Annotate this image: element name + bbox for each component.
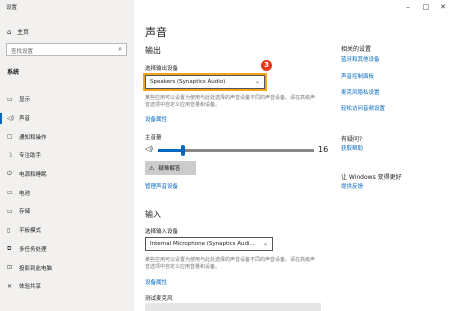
sidebar-item-label: 声音 [19, 116, 31, 123]
output-note: 某些应用可以设置为使用与此处选择的声音设备不同的声音设备。请在高级声音选项中自定… [145, 95, 316, 108]
chevron-down-icon: ⌄ [254, 78, 260, 85]
sidebar-item-battery[interactable]: ▭ 电池 [0, 183, 134, 202]
sidebar-item-label: 多任务处理 [19, 246, 47, 253]
volume-value: 16 [318, 145, 329, 154]
related-link-sound-control-panel[interactable]: 声音控制面板 [341, 72, 374, 80]
related-link-ease-of-access[interactable]: 轻松访问音频设置 [341, 104, 385, 112]
notification-icon: ▢ [7, 133, 13, 141]
input-device-value: Internal Microphone (Synaptics Audi... [150, 241, 255, 247]
sidebar-nav: ▭ 显示 ◁) 声音 ▢ 通知和操作 ☽ 专注助手 ⏻ 电源和睡眠 ▭ 电池 ▭ 存储 ▯ 平板… [0, 90, 134, 296]
storage-icon: ▭ [7, 207, 13, 215]
warning-icon: ⚠ [149, 164, 155, 172]
home-icon: ⌂ [7, 27, 12, 36]
sidebar-item-label: 平板模式 [19, 228, 42, 235]
sidebar-home-label: 主页 [17, 29, 30, 36]
tablet-icon: ▯ [7, 226, 11, 234]
sidebar-item-label: 电池 [19, 190, 31, 197]
chevron-down-icon: ⌄ [262, 240, 268, 247]
volume-slider-thumb[interactable] [180, 145, 185, 156]
battery-icon: ▭ [7, 189, 13, 197]
troubleshoot-label: 疑难解答 [158, 166, 181, 172]
search-placeholder: 查找设置 [11, 49, 34, 55]
search-icon: ⌕ [118, 45, 122, 53]
help-link[interactable]: 获取帮助 [341, 144, 363, 152]
output-select-label: 选择输出设备 [145, 66, 179, 72]
sidebar-item-label: 显示 [19, 97, 31, 104]
moon-icon: ☽ [7, 151, 13, 159]
output-device-dropdown[interactable]: Speakers (Synaptics Audio) ⌄ [145, 75, 265, 89]
output-properties-link[interactable]: 设备属性 [145, 115, 167, 123]
output-device-value: Speakers (Synaptics Audio) [150, 79, 226, 85]
sidebar-item-multitasking[interactable]: ⧉ 多任务处理 [0, 240, 134, 259]
troubleshoot-button[interactable]: ⚠ 疑难解答 [145, 161, 196, 175]
manage-devices-link[interactable]: 管理声音设备 [145, 182, 178, 190]
sidebar-item-display[interactable]: ▭ 显示 [0, 90, 134, 109]
display-icon: ▭ [7, 95, 13, 103]
sidebar-item-shared-experiences[interactable]: ✕ 体验共享 [0, 277, 134, 296]
search-input[interactable]: 查找设置 ⌕ [6, 43, 127, 56]
sidebar-item-label: 投影到此电脑 [19, 265, 53, 272]
share-icon: ✕ [7, 282, 13, 290]
related-settings-heading: 相关的设置 [341, 46, 372, 53]
sidebar-item-projecting[interactable]: ⊡ 投影到此电脑 [0, 258, 134, 277]
feedback-link[interactable]: 提供反馈 [341, 182, 363, 190]
sidebar-section-title: 系统 [7, 69, 20, 76]
sidebar-item-label: 电源和睡眠 [19, 172, 47, 179]
sidebar-home[interactable]: ⌂ 主页 [7, 27, 30, 37]
input-heading: 输入 [145, 210, 161, 219]
power-icon: ⏻ [7, 170, 12, 178]
input-device-dropdown[interactable]: Internal Microphone (Synaptics Audi... ⌄ [145, 237, 273, 251]
related-link-mic-privacy[interactable]: 麦克风隐私设置 [341, 88, 380, 96]
question-heading: 有疑问? [341, 136, 363, 143]
speaker-icon: ◁) [7, 114, 14, 122]
sidebar-item-label: 体验共享 [19, 284, 42, 291]
sidebar-item-focus-assist[interactable]: ☽ 专注助手 [0, 146, 134, 165]
input-properties-link[interactable]: 设备属性 [145, 278, 167, 286]
mic-level-bar [145, 303, 321, 311]
improve-heading: 让 Windows 变得更好 [341, 174, 402, 181]
project-icon: ⊡ [7, 264, 13, 272]
sidebar-item-notifications[interactable]: ▢ 通知和操作 [0, 127, 134, 146]
speaker-icon[interactable]: ◁) [145, 145, 153, 153]
mic-test-label: 测试麦克风 [145, 296, 173, 302]
volume-slider[interactable] [158, 145, 314, 156]
sidebar: ⌂ 主页 查找设置 ⌕ 系统 ▭ 显示 ◁) 声音 ▢ 通知和操作 ☽ 专注助手 ⏻ 电源… [0, 0, 134, 311]
step-badge: 3 [261, 60, 272, 71]
input-note: 某些应用可以设置为使用与此处选择的声音设备不同的声音设备。请在高级声音选项中自定… [145, 257, 316, 270]
sidebar-item-storage[interactable]: ▭ 存储 [0, 202, 134, 221]
page-title: 声音 [145, 26, 167, 39]
output-heading: 输出 [145, 46, 161, 55]
multitask-icon: ⧉ [7, 244, 12, 252]
sidebar-item-label: 存储 [19, 209, 31, 216]
sidebar-item-label: 专注助手 [19, 153, 42, 160]
volume-slider-fill [158, 149, 183, 152]
window-title: 设置 [6, 5, 18, 11]
sidebar-item-tablet[interactable]: ▯ 平板模式 [0, 221, 134, 240]
sidebar-item-power[interactable]: ⏻ 电源和睡眠 [0, 165, 134, 184]
main-content: 声音 输出 选择输出设备 Speakers (Synaptics Audio) … [134, 0, 450, 311]
sidebar-item-label: 通知和操作 [19, 134, 47, 141]
sidebar-item-sound[interactable]: ◁) 声音 [0, 109, 134, 128]
input-select-label: 选择输入设备 [145, 229, 179, 235]
volume-label: 主音量 [145, 135, 162, 141]
related-link-bluetooth[interactable]: 蓝牙和其他设备 [341, 55, 380, 63]
